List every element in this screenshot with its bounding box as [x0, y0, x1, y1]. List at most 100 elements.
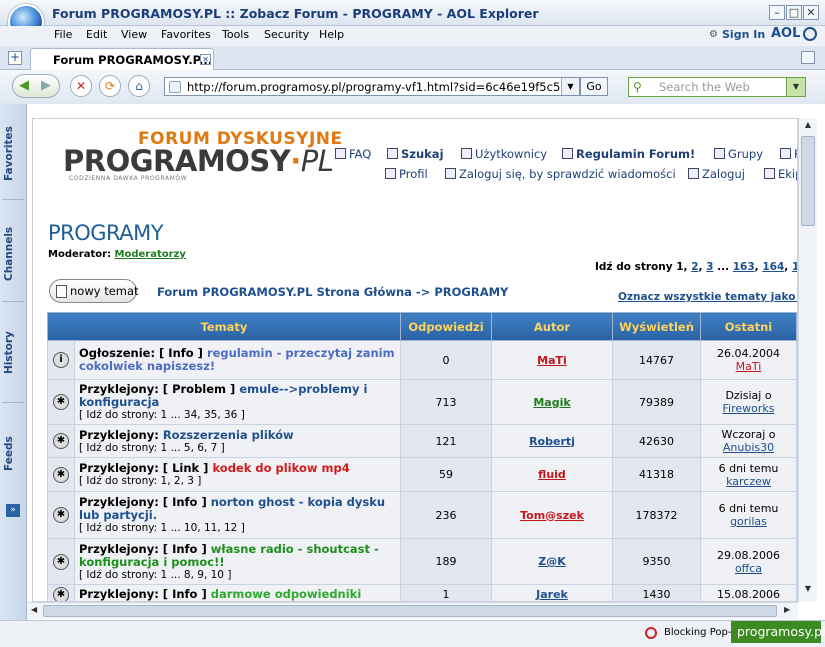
topic-title-link[interactable]: darmowe odpowiedniki: [211, 587, 362, 601]
menu-edit[interactable]: Edit: [86, 28, 107, 41]
tab-close-icon[interactable]: ✕: [200, 54, 211, 65]
breadcrumb[interactable]: Forum PROGRAMOSY.PL Strona Główna -> PRO…: [157, 285, 508, 299]
menu-file[interactable]: File: [54, 28, 72, 41]
scroll-left-icon[interactable]: ◀: [31, 605, 37, 614]
topic-cell: Przyklejony: Rozszerzenia plików[ Idź do…: [74, 424, 401, 458]
address-input[interactable]: http://forum.programosy.pl/programy-vf1.…: [164, 77, 580, 96]
login-messages-link[interactable]: Zaloguj się, by sprawdzić wiadomości: [445, 167, 676, 181]
faq-link[interactable]: FAQ: [335, 147, 371, 161]
page-3-link[interactable]: 3: [706, 261, 713, 273]
search-dropdown-icon[interactable]: ▼: [786, 78, 805, 96]
scroll-down-icon[interactable]: ▼: [801, 584, 815, 598]
close-button[interactable]: ✕: [803, 5, 819, 20]
rules-icon: [562, 148, 573, 159]
refresh-icon[interactable]: ⟳: [99, 75, 121, 97]
sticky-topic-icon: ✱: [53, 394, 69, 410]
maximize-button[interactable]: □: [786, 5, 802, 20]
header-author: Autor: [491, 312, 613, 341]
search-placeholder: Search the Web: [659, 80, 750, 94]
author-cell: Z@K: [491, 538, 613, 585]
last-post-author-link[interactable]: Fireworks: [701, 402, 796, 415]
new-topic-button[interactable]: nowy temat: [49, 279, 139, 303]
vertical-scrollbar[interactable]: ▲ ▼: [798, 118, 817, 602]
page-2-link[interactable]: 2: [691, 261, 698, 273]
header-last-post: Ostatni: [700, 312, 797, 341]
author-link[interactable]: Magik: [533, 396, 570, 409]
menu-tools[interactable]: Tools: [222, 28, 249, 41]
last-post-author-link[interactable]: Anubis30: [701, 441, 796, 454]
address-dropdown-icon[interactable]: ▼: [561, 78, 579, 95]
tab-bar: + Forum PROGRAMOSY.P... ✕: [0, 46, 825, 70]
horizontal-scroll-thumb[interactable]: [43, 605, 777, 617]
last-post-cell: 6 dni temu karczew: [700, 457, 797, 492]
rules-link[interactable]: Regulamin Forum!: [562, 147, 695, 161]
replies-cell: 713: [400, 379, 492, 425]
tab-forum[interactable]: Forum PROGRAMOSY.P... ✕: [30, 48, 214, 70]
sidebar-feeds[interactable]: Feeds: [3, 434, 23, 474]
horizontal-scrollbar[interactable]: ◀ ▶: [27, 602, 798, 619]
groups-link[interactable]: Grupy: [714, 147, 763, 161]
logo-programosy[interactable]: PROGRAMOSY·PL: [63, 144, 334, 178]
topic-pages[interactable]: [ Idź do strony: 1, 2, 3 ]: [79, 475, 396, 487]
topic-pages[interactable]: [ Idź do strony: 1 ... 5, 6, 7 ]: [79, 442, 396, 454]
author-link[interactable]: MaTi: [537, 354, 567, 367]
settings-icon: ⚙: [709, 29, 718, 40]
sign-in-link[interactable]: Sign In: [722, 28, 765, 41]
profile-link[interactable]: Profil: [385, 167, 428, 181]
topic-pages[interactable]: [ Idź do strony: 1 ... 10, 11, 12 ]: [79, 522, 396, 534]
page-163-link[interactable]: 163: [733, 261, 755, 273]
sidebar-channels[interactable]: Channels: [3, 224, 23, 284]
last-post-author-link[interactable]: offca: [701, 562, 796, 575]
register-link[interactable]: R: [780, 147, 797, 161]
new-tab-icon[interactable]: +: [8, 51, 22, 65]
groups-icon: [714, 148, 725, 159]
last-post-author-link[interactable]: gorilas: [701, 515, 796, 528]
topic-title-link[interactable]: Rozszerzenia plików: [163, 428, 294, 442]
author-link[interactable]: fluid: [538, 468, 566, 481]
author-link[interactable]: Jarek: [536, 588, 568, 601]
home-icon[interactable]: ⌂: [128, 75, 150, 97]
team-link[interactable]: Ekip: [764, 167, 797, 181]
minimize-button[interactable]: –: [769, 5, 785, 20]
topic-pages[interactable]: [ Idź do strony: 1 ... 8, 9, 10 ]: [79, 569, 396, 581]
last-post-author-link[interactable]: karczew: [701, 475, 796, 488]
sidebar-history[interactable]: History: [3, 328, 23, 378]
search-link[interactable]: Szukaj: [387, 147, 444, 161]
table-header-row: Tematy Odpowiedzi Autor Wyświetleń Ostat…: [47, 312, 797, 341]
vertical-scroll-thumb[interactable]: [801, 136, 815, 226]
last-post-author-link[interactable]: MaTi: [701, 360, 796, 373]
moderators-link[interactable]: Moderatorzy: [115, 249, 186, 260]
author-link[interactable]: Robertj: [529, 435, 575, 448]
page-164-link[interactable]: 164: [762, 261, 784, 273]
stop-icon[interactable]: ✕: [70, 75, 92, 97]
topic-title-link[interactable]: kodek do plikow mp4: [212, 461, 349, 475]
menu-help[interactable]: Help: [319, 28, 344, 41]
author-link[interactable]: Tom@szek: [520, 509, 584, 522]
author-link[interactable]: Z@K: [538, 555, 566, 568]
back-arrow-icon[interactable]: ◀: [19, 78, 29, 93]
menu-view[interactable]: View: [121, 28, 147, 41]
forward-arrow-icon[interactable]: ▶: [41, 78, 51, 93]
search-icon: ⚲: [633, 80, 642, 94]
mark-all-read-link[interactable]: Oznacz wszystkie tematy jako p: [618, 291, 797, 303]
sidebar-favorites[interactable]: Favorites: [3, 124, 23, 184]
sidebar-expand-icon[interactable]: »: [6, 504, 20, 517]
menu-security[interactable]: Security: [264, 28, 309, 41]
menu-favorites[interactable]: Favorites: [161, 28, 211, 41]
profile-icon: [385, 168, 396, 179]
topic-pages[interactable]: [ Idź do strony: 1 ... 34, 35, 36 ]: [79, 409, 396, 421]
header-views: Wyświetleń: [612, 312, 701, 341]
popup-blocker-status[interactable]: Blocking Pop-u: [664, 627, 738, 638]
topic-prefix: Przyklejony: [ Info ]: [79, 587, 207, 601]
search-input[interactable]: ⚲ Search the Web ▼: [628, 77, 806, 97]
last-post-cell: Dzisiaj o Fireworks: [700, 379, 797, 425]
tab-list-icon[interactable]: [801, 51, 815, 64]
scroll-right-icon[interactable]: ▶: [784, 605, 790, 614]
go-button[interactable]: Go: [580, 77, 608, 96]
author-cell: MaTi: [491, 340, 613, 380]
table-row: ✱ Przyklejony: [ Link ] kodek do plikow m…: [47, 457, 797, 492]
scroll-up-icon[interactable]: ▲: [801, 120, 815, 134]
table-row: ✱ Przyklejony: [ Info ] darmowe odpowiedn…: [47, 584, 797, 601]
users-link[interactable]: Użytkownicy: [461, 147, 547, 161]
login-link[interactable]: Zaloguj: [688, 167, 745, 181]
